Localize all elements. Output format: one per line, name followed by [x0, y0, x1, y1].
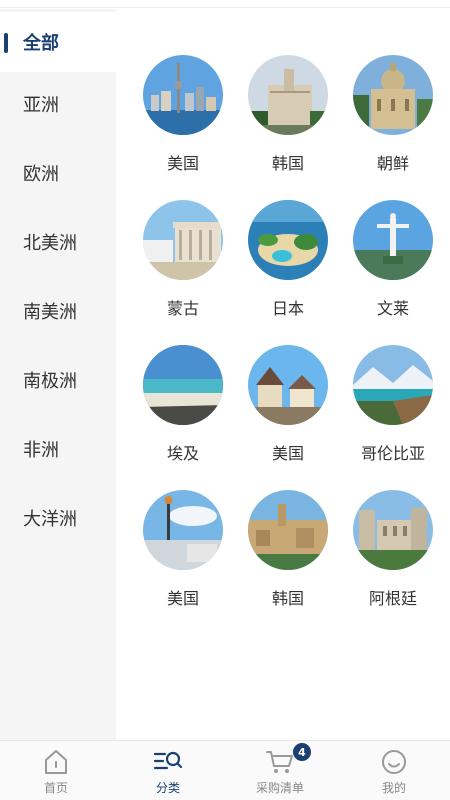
sidebar-item-label: 亚洲: [23, 95, 59, 116]
sidebar-item-oceania[interactable]: 大洋洲: [0, 488, 116, 548]
continent-sidebar: 全部 亚洲 欧洲 北美洲 南美洲 南极洲 非洲 大洋洲: [0, 9, 116, 740]
dome-building-photo: [353, 55, 433, 135]
country-card-usa[interactable]: 美国: [131, 55, 235, 185]
country-card-mongolia[interactable]: 蒙古: [131, 200, 235, 330]
mountain-lake-photo: [353, 345, 433, 425]
old-town-photo: [248, 490, 328, 570]
statue-photo: [353, 200, 433, 280]
tower-building-photo: [353, 490, 433, 570]
country-card-korea-2[interactable]: 韩国: [236, 490, 340, 620]
country-label: 朝鲜: [376, 154, 409, 173]
country-label: 日本: [271, 299, 304, 318]
tab-label: 分类: [155, 781, 180, 795]
sidebar-item-label: 全部: [23, 33, 59, 54]
sidebar-item-label: 南美洲: [23, 302, 77, 323]
sidebar-item-label: 非洲: [23, 440, 59, 461]
country-label: 韩国: [271, 589, 304, 608]
beach-resort-photo: [248, 200, 328, 280]
sidebar-item-label: 大洋洲: [23, 509, 77, 530]
sidebar-item-asia[interactable]: 亚洲: [0, 74, 116, 134]
tab-profile[interactable]: 我的: [338, 741, 450, 800]
country-card-brunei[interactable]: 文莱: [341, 200, 445, 330]
country-card-usa-3[interactable]: 美国: [131, 490, 235, 620]
category-search-icon: [153, 747, 183, 777]
status-divider: [0, 0, 450, 8]
country-card-japan[interactable]: 日本: [236, 200, 340, 330]
country-label: 埃及: [166, 444, 199, 463]
tab-label: 我的: [381, 781, 406, 795]
sidebar-item-south-america[interactable]: 南美洲: [0, 281, 116, 341]
cart-icon: 4: [265, 743, 311, 777]
home-icon: [42, 747, 70, 777]
sidebar-item-europe[interactable]: 欧洲: [0, 143, 116, 203]
village-photo: [248, 345, 328, 425]
active-marker: [4, 33, 8, 53]
cart-count-badge: 4: [293, 743, 311, 761]
country-label: 韩国: [271, 154, 304, 173]
sidebar-item-africa[interactable]: 非洲: [0, 419, 116, 479]
country-label: 美国: [166, 589, 199, 608]
building-photo: [248, 55, 328, 135]
country-label: 文莱: [376, 299, 409, 318]
sidebar-item-all[interactable]: 全部: [0, 12, 116, 72]
tab-home[interactable]: 首页: [0, 741, 112, 800]
sidebar-item-label: 北美洲: [23, 233, 77, 254]
country-card-north-korea[interactable]: 朝鲜: [341, 55, 445, 185]
country-card-korea[interactable]: 韩国: [236, 55, 340, 185]
bottom-tab-bar: 首页 分类 4 采购清单 我的: [0, 740, 450, 800]
country-label: 美国: [166, 154, 199, 173]
country-label: 阿根廷: [368, 589, 417, 608]
sidebar-item-label: 南极洲: [23, 371, 77, 392]
country-card-colombia[interactable]: 哥伦比亚: [341, 345, 445, 475]
coast-photo: [143, 345, 223, 425]
city-skyline-photo: [143, 55, 223, 135]
country-label: 蒙古: [166, 299, 199, 318]
sidebar-item-label: 欧洲: [23, 164, 59, 185]
country-label: 哥伦比亚: [360, 444, 425, 463]
tab-purchase-list[interactable]: 4 采购清单: [224, 741, 336, 800]
tab-label: 首页: [43, 781, 68, 795]
country-label: 美国: [271, 444, 304, 463]
temple-photo: [143, 200, 223, 280]
country-card-usa-2[interactable]: 美国: [236, 345, 340, 475]
country-card-egypt[interactable]: 埃及: [131, 345, 235, 475]
country-card-argentina[interactable]: 阿根廷: [341, 490, 445, 620]
sidebar-item-north-america[interactable]: 北美洲: [0, 212, 116, 272]
street-photo: [143, 490, 223, 570]
smile-profile-icon: [380, 747, 408, 777]
sidebar-item-antarctica[interactable]: 南极洲: [0, 350, 116, 410]
tab-label: 采购清单: [255, 781, 304, 795]
tab-category[interactable]: 分类: [112, 741, 224, 800]
